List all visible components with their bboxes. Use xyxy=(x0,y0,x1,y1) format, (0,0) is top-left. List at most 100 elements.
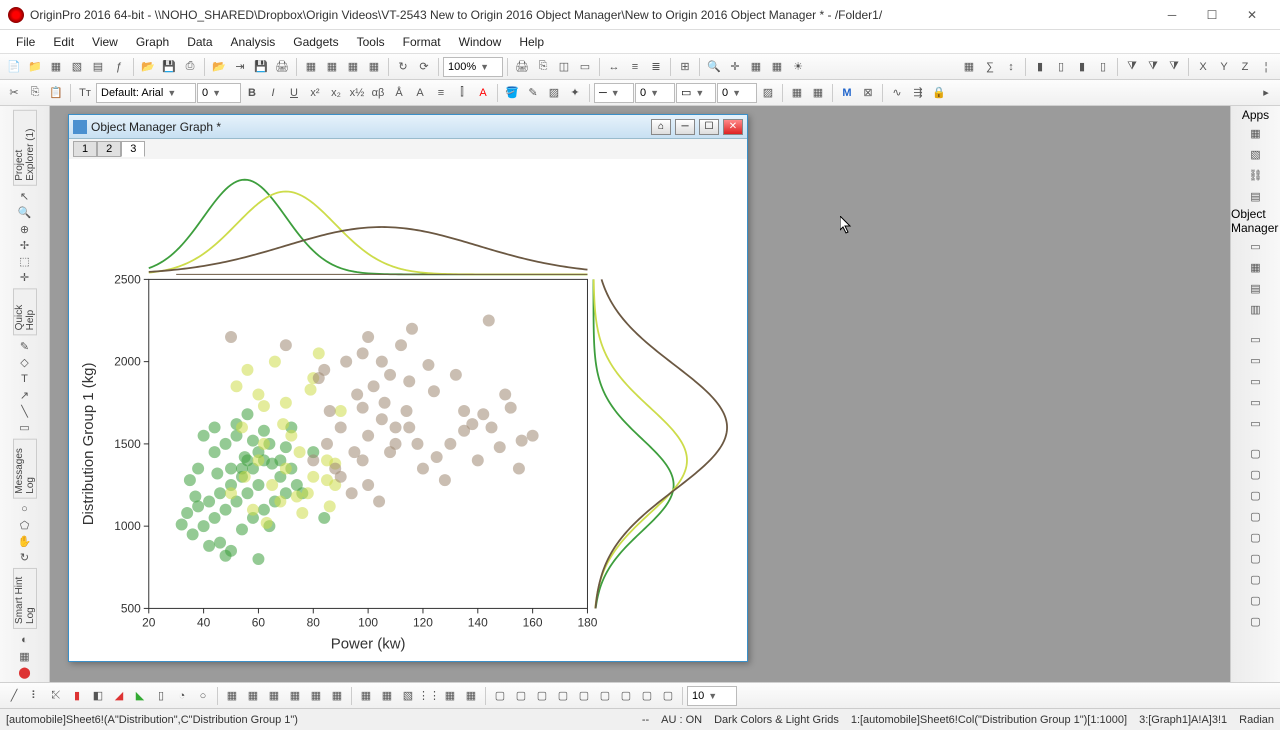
stats-icon[interactable]: ∑ xyxy=(980,57,1000,77)
print-preview-icon[interactable]: 🖨 xyxy=(512,57,532,77)
size-combo[interactable]: 0▼ xyxy=(197,83,241,103)
overflow-button[interactable]: ▸ xyxy=(1256,83,1276,103)
line-color-button[interactable]: ✎ xyxy=(523,83,543,103)
3d2-icon[interactable]: ▦ xyxy=(243,686,263,706)
circle-tool-icon[interactable]: ○ xyxy=(15,501,35,516)
menu-format[interactable]: Format xyxy=(395,33,449,51)
zoom-tool-icon[interactable]: 🔍 xyxy=(15,205,35,220)
pattern-button[interactable]: ▨ xyxy=(544,83,564,103)
menu-view[interactable]: View xyxy=(84,33,126,51)
bottom-size-combo[interactable]: 10▼ xyxy=(687,686,737,706)
rotate-tool-icon[interactable]: ↻ xyxy=(15,550,35,565)
add-layer-icon[interactable]: ≡ xyxy=(625,57,645,77)
polygon-tool-icon[interactable]: ⬠ xyxy=(15,518,35,533)
symbol-combo[interactable]: ▭▼ xyxy=(676,83,716,103)
mask-x-button[interactable]: ⊠ xyxy=(858,83,878,103)
r1-icon[interactable]: ▧ xyxy=(1246,144,1266,164)
3d4-icon[interactable]: ▦ xyxy=(285,686,305,706)
set-x-icon[interactable]: X xyxy=(1193,57,1213,77)
menu-analysis[interactable]: Analysis xyxy=(223,33,284,51)
r3-icon[interactable]: ▤ xyxy=(1246,186,1266,206)
grid-button[interactable]: ▦ xyxy=(787,83,807,103)
zoom-in-icon[interactable]: 🔍 xyxy=(704,57,724,77)
new-layout-icon[interactable]: ◫ xyxy=(554,57,574,77)
record-tool-icon[interactable]: ⬤ xyxy=(15,665,35,680)
r5-icon[interactable]: ▦ xyxy=(1246,257,1266,277)
tmpl8-icon[interactable]: ▢ xyxy=(637,686,657,706)
hatch-button[interactable]: ▨ xyxy=(758,83,778,103)
roi-tool-icon[interactable]: ▦ xyxy=(15,649,35,664)
r6-icon[interactable]: ▤ xyxy=(1246,278,1266,298)
recalc-icon[interactable]: ↻ xyxy=(393,57,413,77)
new-function-icon[interactable]: ƒ xyxy=(109,57,129,77)
3d5-icon[interactable]: ▦ xyxy=(306,686,326,706)
underline-button[interactable]: U xyxy=(284,83,304,103)
superscript-button[interactable]: x² xyxy=(305,83,325,103)
symbol-size-combo[interactable]: 0▼ xyxy=(717,83,757,103)
scatter-plot-icon[interactable]: ⠇ xyxy=(25,686,45,706)
3d3-icon[interactable]: ▦ xyxy=(264,686,284,706)
batch-icon[interactable]: ▦ xyxy=(364,57,384,77)
merge-icon[interactable]: ⊞ xyxy=(675,57,695,77)
tmpl7-icon[interactable]: ▢ xyxy=(616,686,636,706)
tmpl3-icon[interactable]: ▢ xyxy=(532,686,552,706)
menu-tools[interactable]: Tools xyxy=(349,33,393,51)
apps-icon[interactable]: ▦ xyxy=(1246,123,1266,143)
tmpl5-icon[interactable]: ▢ xyxy=(574,686,594,706)
r17-icon[interactable]: ▢ xyxy=(1246,527,1266,547)
cut-icon[interactable]: ✂ xyxy=(4,83,24,103)
reader-tool-icon[interactable]: ✢ xyxy=(15,238,35,253)
pointer-tool-icon[interactable]: ↖ xyxy=(15,189,35,204)
light-icon[interactable]: ☀ xyxy=(788,57,808,77)
r10-icon[interactable]: ▭ xyxy=(1246,371,1266,391)
filter2-icon[interactable]: ⧩ xyxy=(1143,57,1163,77)
line-plot-icon[interactable]: ╱ xyxy=(4,686,24,706)
panel-smart-hint[interactable]: Smart Hint Log xyxy=(13,568,37,629)
col-bar-icon[interactable]: ▮ xyxy=(1030,57,1050,77)
import-ascii-icon[interactable]: ▦ xyxy=(301,57,321,77)
bold-button[interactable]: B xyxy=(242,83,262,103)
filter-icon[interactable]: ⧩ xyxy=(1122,57,1142,77)
menu-gadgets[interactable]: Gadgets xyxy=(285,33,346,51)
stat3-icon[interactable]: ▧ xyxy=(398,686,418,706)
save-project-icon[interactable]: 💾 xyxy=(251,57,271,77)
tmpl4-icon[interactable]: ▢ xyxy=(553,686,573,706)
r21-icon[interactable]: ▢ xyxy=(1246,611,1266,631)
graph-tab-3[interactable]: 3 xyxy=(121,141,145,157)
menu-help[interactable]: Help xyxy=(511,33,552,51)
grid2-button[interactable]: ▦ xyxy=(808,83,828,103)
rect-tool-icon[interactable]: ▭ xyxy=(15,420,35,435)
copy-icon[interactable]: ⎘ xyxy=(25,83,45,103)
print-icon[interactable]: 🖨 xyxy=(272,57,292,77)
subscript-button[interactable]: x₂ xyxy=(326,83,346,103)
text-tool-icon[interactable]: T xyxy=(15,371,35,386)
zoom-combo[interactable]: 100%▼ xyxy=(443,57,503,77)
refresh-icon[interactable]: ⟳ xyxy=(414,57,434,77)
speed-button[interactable]: ⇶ xyxy=(908,83,928,103)
r14-icon[interactable]: ▢ xyxy=(1246,464,1266,484)
supersub-button[interactable]: x½ xyxy=(347,83,367,103)
panel-messages-log[interactable]: Messages Log xyxy=(13,439,37,499)
menu-graph[interactable]: Graph xyxy=(128,33,177,51)
menu-window[interactable]: Window xyxy=(451,33,510,51)
r18-icon[interactable]: ▢ xyxy=(1246,548,1266,568)
date-icon[interactable]: ▦ xyxy=(767,57,787,77)
stat1-icon[interactable]: ▦ xyxy=(356,686,376,706)
align2-button[interactable]: ⫿ xyxy=(452,83,472,103)
panel-apps[interactable]: Apps xyxy=(1242,108,1269,122)
pan-tool-icon[interactable]: ⊕ xyxy=(15,221,35,236)
hilo-plot-icon[interactable]: ▯ xyxy=(151,686,171,706)
close-button[interactable]: ✕ xyxy=(1232,3,1272,27)
duplicate-icon[interactable]: ⎘ xyxy=(533,57,553,77)
r7-icon[interactable]: ▥ xyxy=(1246,299,1266,319)
set-y-icon[interactable]: Y xyxy=(1214,57,1234,77)
3d6-icon[interactable]: ▦ xyxy=(327,686,347,706)
open-icon[interactable]: 📂 xyxy=(138,57,158,77)
mask-tool-icon[interactable]: ◐ xyxy=(15,632,35,647)
r11-icon[interactable]: ▭ xyxy=(1246,392,1266,412)
new-workbook-icon[interactable]: ▦ xyxy=(46,57,66,77)
graph-tab-1[interactable]: 1 xyxy=(73,141,97,157)
mask-m-button[interactable]: M xyxy=(837,83,857,103)
set-z-icon[interactable]: Z xyxy=(1235,57,1255,77)
new-graph-icon[interactable]: ▧ xyxy=(67,57,87,77)
